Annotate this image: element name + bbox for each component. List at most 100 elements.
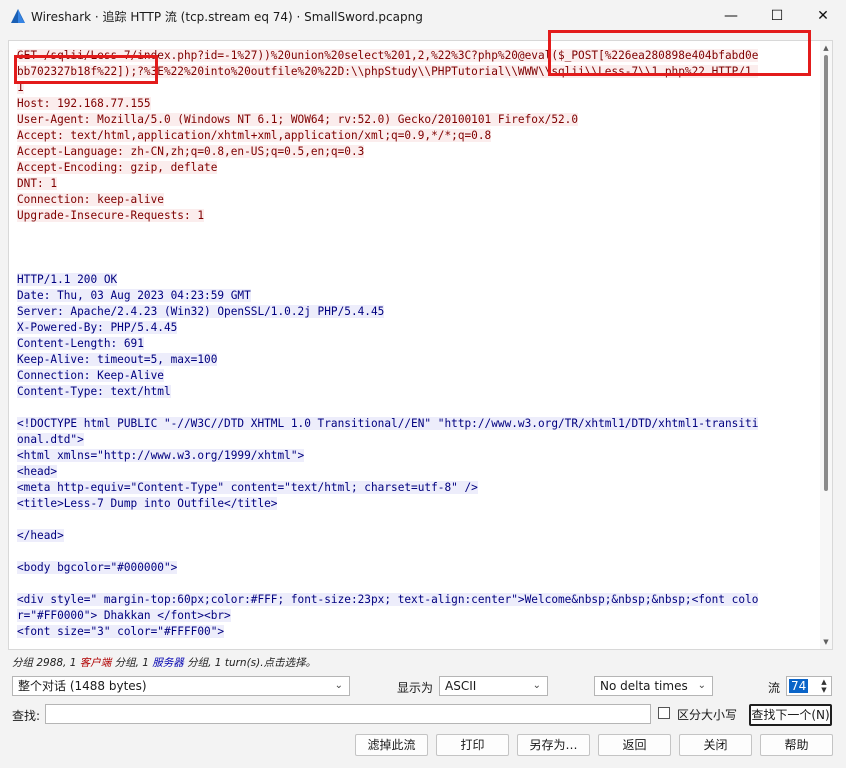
server-payload-text: <head> bbox=[17, 465, 58, 478]
show-as-label: 显示为 bbox=[397, 681, 434, 695]
vertical-scrollbar[interactable]: ▲ ▼ bbox=[820, 41, 832, 649]
status-prefix: 分组 2988, 1 bbox=[12, 657, 80, 669]
spin-down-icon[interactable]: ▼ bbox=[819, 686, 829, 694]
window-title: Wireshark · 追踪 HTTP 流 (tcp.stream eq 74)… bbox=[31, 10, 423, 24]
client-payload-text: DNT: 1 bbox=[17, 177, 58, 190]
client-payload-text: Accept: text/html,application/xhtml+xml,… bbox=[17, 129, 492, 142]
client-payload-text: Upgrade-Insecure-Requests: 1 bbox=[17, 209, 205, 222]
title-bar: Wireshark · 追踪 HTTP 流 (tcp.stream eq 74)… bbox=[0, 0, 846, 32]
find-label: 查找: bbox=[12, 709, 41, 723]
stream-line: Upgrade-Insecure-Requests: 1 bbox=[17, 208, 812, 224]
stream-line: Connection: keep-alive bbox=[17, 192, 812, 208]
server-payload-text: Date: Thu, 03 Aug 2023 04:23:59 GMT bbox=[17, 289, 251, 302]
conversation-select[interactable]: 整个对话 (1488 bytes) ⌄ bbox=[12, 676, 350, 696]
minimize-button[interactable]: — bbox=[708, 0, 754, 32]
chevron-down-icon: ⌄ bbox=[697, 680, 706, 691]
stream-line: <div style=" margin-top:60px;color:#FFF;… bbox=[17, 592, 812, 608]
client-payload-text: User-Agent: Mozilla/5.0 (Windows NT 6.1;… bbox=[17, 113, 579, 126]
scroll-up-arrow-icon[interactable]: ▲ bbox=[821, 43, 831, 53]
case-sensitive-checkbox[interactable] bbox=[658, 707, 670, 719]
stream-line bbox=[17, 400, 812, 416]
stream-line: </head> bbox=[17, 528, 812, 544]
server-payload-text: <body bgcolor="#000000"> bbox=[17, 561, 178, 574]
server-payload-text: <title>Less-7 Dump into Outfile</title> bbox=[17, 497, 278, 510]
stream-line bbox=[17, 224, 812, 240]
stream-line: DNT: 1 bbox=[17, 176, 812, 192]
maximize-button[interactable]: ☐ bbox=[754, 0, 800, 32]
client-payload-text: Connection: keep-alive bbox=[17, 193, 164, 206]
client-payload-text: Host: 192.168.77.155 bbox=[17, 97, 151, 110]
server-payload-text: r="#FF0000"> Dhakkan </font><br> bbox=[17, 609, 231, 622]
wireshark-fin-icon bbox=[11, 9, 25, 23]
stream-line: X-Powered-By: PHP/5.4.45 bbox=[17, 320, 812, 336]
stream-line: Accept-Language: zh-CN,zh;q=0.8,en-US;q=… bbox=[17, 144, 812, 160]
stream-line bbox=[17, 240, 812, 256]
stream-line: Connection: Keep-Alive bbox=[17, 368, 812, 384]
close-button[interactable]: 关闭 bbox=[679, 734, 752, 756]
close-window-button[interactable]: ✕ bbox=[800, 0, 846, 32]
server-payload-text: onal.dtd"> bbox=[17, 433, 84, 446]
filter-out-stream-button[interactable]: 滤掉此流 bbox=[355, 734, 428, 756]
stream-line: onal.dtd"> bbox=[17, 432, 812, 448]
stream-number-spinbox[interactable]: 74 ▲ ▼ bbox=[786, 676, 832, 696]
stream-line: <font size="3" color="#FFFF00"> bbox=[17, 624, 812, 640]
spin-up-icon[interactable]: ▲ bbox=[819, 678, 829, 686]
stream-line: r="#FF0000"> Dhakkan </font><br> bbox=[17, 608, 812, 624]
client-payload-text: Accept-Language: zh-CN,zh;q=0.8,en-US;q=… bbox=[17, 145, 365, 158]
server-payload-text: <html xmlns="http://www.w3.org/1999/xhtm… bbox=[17, 449, 305, 462]
server-payload-text: X-Powered-By: PHP/5.4.45 bbox=[17, 321, 178, 334]
server-payload-text: Server: Apache/2.4.23 (Win32) OpenSSL/1.… bbox=[17, 305, 385, 318]
stream-line: Keep-Alive: timeout=5, max=100 bbox=[17, 352, 812, 368]
server-payload-text: <meta http-equiv="Content-Type" content=… bbox=[17, 481, 478, 494]
stream-line: Server: Apache/2.4.23 (Win32) OpenSSL/1.… bbox=[17, 304, 812, 320]
stream-line bbox=[17, 576, 812, 592]
server-payload-text: <font size="3" color="#FFFF00"> bbox=[17, 625, 225, 638]
print-button[interactable]: 打印 bbox=[436, 734, 509, 756]
delta-times-select[interactable]: No delta times ⌄ bbox=[594, 676, 713, 696]
server-payload-text: <!DOCTYPE html PUBLIC "-//W3C//DTD XHTML… bbox=[17, 417, 759, 430]
highlight-box-eval-post bbox=[548, 30, 811, 76]
server-payload-text: HTTP/1.1 200 OK bbox=[17, 273, 118, 286]
stream-line: Content-Length: 691 bbox=[17, 336, 812, 352]
scroll-thumb[interactable] bbox=[824, 55, 828, 491]
conversation-select-value: 整个对话 (1488 bytes) bbox=[18, 679, 147, 693]
stream-content-area[interactable]: GET /sqlii/Less-7/index.php?id=-1%27))%2… bbox=[8, 40, 833, 650]
delta-times-select-value: No delta times bbox=[600, 679, 688, 693]
stream-line bbox=[17, 544, 812, 560]
stream-line: <!DOCTYPE html PUBLIC "-//W3C//DTD XHTML… bbox=[17, 416, 812, 432]
status-line: 分组 2988, 1 客户端 分组, 1 服务器 分组, 1 turn(s).点… bbox=[12, 655, 316, 670]
stream-line: Accept: text/html,application/xhtml+xml,… bbox=[17, 128, 812, 144]
server-payload-text: Keep-Alive: timeout=5, max=100 bbox=[17, 353, 218, 366]
stream-line bbox=[17, 256, 812, 272]
stream-line: <body bgcolor="#000000"> bbox=[17, 560, 812, 576]
stream-text[interactable]: GET /sqlii/Less-7/index.php?id=-1%27))%2… bbox=[17, 48, 812, 640]
server-payload-text: Content-Length: 691 bbox=[17, 337, 144, 350]
client-payload-text: Accept-Encoding: gzip, deflate bbox=[17, 161, 218, 174]
server-payload-text: <div style=" margin-top:60px;color:#FFF;… bbox=[17, 593, 759, 606]
server-payload-text: </head> bbox=[17, 529, 64, 542]
show-as-select-value: ASCII bbox=[445, 679, 477, 693]
find-next-button[interactable]: 查找下一个(N) bbox=[749, 704, 832, 726]
stream-line: Host: 192.168.77.155 bbox=[17, 96, 812, 112]
help-button[interactable]: 帮助 bbox=[760, 734, 833, 756]
scroll-down-arrow-icon[interactable]: ▼ bbox=[821, 637, 831, 647]
show-as-select[interactable]: ASCII ⌄ bbox=[439, 676, 548, 696]
find-input[interactable] bbox=[45, 704, 651, 724]
server-payload-text: Content-Type: text/html bbox=[17, 385, 171, 398]
chevron-down-icon: ⌄ bbox=[334, 680, 343, 691]
server-payload-text: Connection: Keep-Alive bbox=[17, 369, 164, 382]
status-mid: 分组, 1 bbox=[111, 657, 153, 669]
stream-line: <title>Less-7 Dump into Outfile</title> bbox=[17, 496, 812, 512]
stream-line: Accept-Encoding: gzip, deflate bbox=[17, 160, 812, 176]
save-as-button[interactable]: 另存为… bbox=[517, 734, 590, 756]
back-button[interactable]: 返回 bbox=[598, 734, 671, 756]
stream-line: HTTP/1.1 200 OK bbox=[17, 272, 812, 288]
case-sensitive-label[interactable]: 区分大小写 bbox=[677, 706, 737, 723]
highlight-box-key-suffix bbox=[14, 55, 158, 84]
stream-line: Content-Type: text/html bbox=[17, 384, 812, 400]
stream-number-value[interactable]: 74 bbox=[789, 679, 809, 693]
chevron-down-icon: ⌄ bbox=[532, 680, 541, 691]
stream-line: <head> bbox=[17, 464, 812, 480]
stream-line: User-Agent: Mozilla/5.0 (Windows NT 6.1;… bbox=[17, 112, 812, 128]
stream-line: Date: Thu, 03 Aug 2023 04:23:59 GMT bbox=[17, 288, 812, 304]
